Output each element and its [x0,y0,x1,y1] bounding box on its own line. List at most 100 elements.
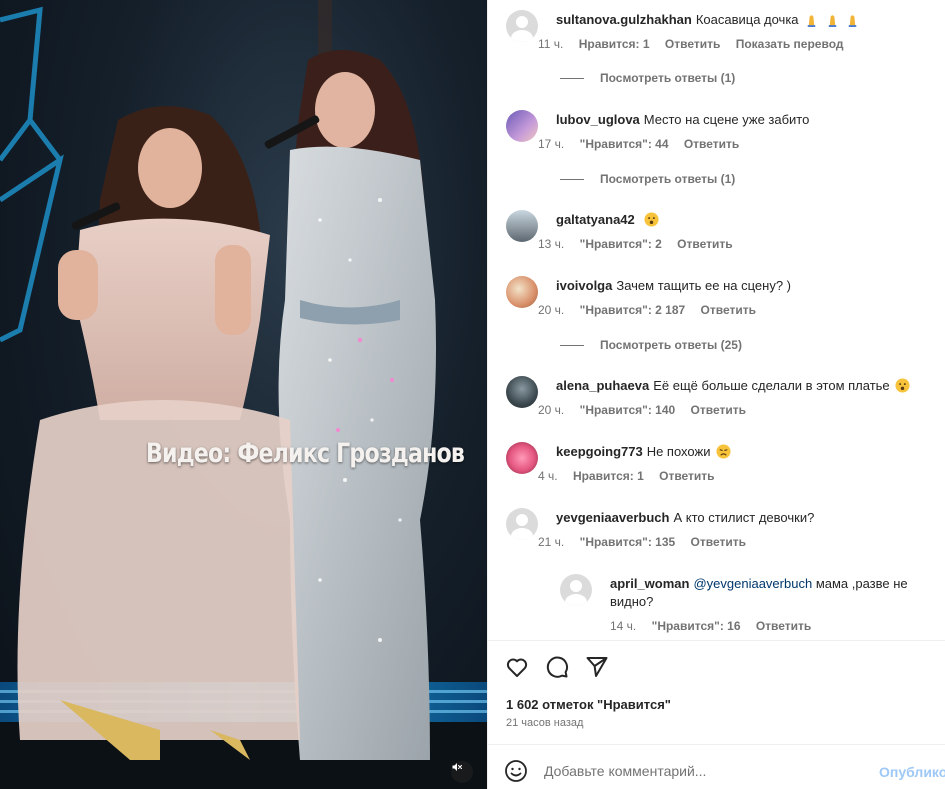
comment-text: Место на сцене уже забито [643,112,810,127]
comment-body: alena_puhaeva Её ещё больше сделали в это… [556,377,921,395]
comment-text: Коасавица дочка [695,12,799,27]
translate-button[interactable]: Показать перевод [736,37,844,51]
reply-button[interactable]: Ответить [665,37,720,51]
comment-body: keepgoing773 Не похожи [556,443,921,461]
comment-text: Зачем тащить ее на сцену? ) [616,278,792,293]
comment-body: galtatyana42 [556,211,921,229]
avatar[interactable] [506,276,538,308]
replies-divider [560,78,584,80]
comment-mention[interactable]: @yevgeniaaverbuch [693,576,812,591]
divider [488,640,945,641]
post-comment-button[interactable]: Опубликовать [879,764,945,780]
reply-button[interactable]: Ответить [659,469,714,483]
comment-time: 14 ч. [610,619,637,633]
view-replies-button[interactable]: Посмотреть ответы (1) [560,172,735,186]
like-button[interactable] [504,654,530,680]
comment-body: lubov_uglova Место на сцене уже забито [556,111,921,129]
avatar[interactable] [506,210,538,242]
comment-meta: 13 ч. "Нравится": 2 Ответить [538,237,745,251]
comment-likes[interactable]: "Нравится": 135 [580,535,676,549]
mute-button[interactable] [451,761,473,783]
reply-button[interactable]: Ответить [701,303,756,317]
comment-username[interactable]: ivoivolga [556,278,612,293]
comment-body: yevgeniaaverbuch А кто стилист девочки? [556,509,921,527]
comment-body: ivoivolga Зачем тащить ее на сцену? ) [556,277,921,295]
comment-time: 17 ч. [538,137,565,151]
likes-count[interactable]: 1 602 отметок "Нравится" [506,697,671,712]
comment-time: 20 ч. [538,403,565,417]
comment-meta: 20 ч. "Нравится": 2 187 Ответить [538,303,768,317]
comment-likes[interactable]: Нравится: 1 [579,37,650,51]
view-replies-button[interactable]: Посмотреть ответы (1) [560,71,735,85]
comments-list[interactable]: sultanova.gulzhakhan Коасавица дочка 11 ч… [488,0,945,640]
speaker-muted-icon [452,763,463,771]
post-timestamp: 21 часов назад [506,717,584,729]
view-replies-label: Посмотреть ответы (25) [600,338,742,352]
comment-input[interactable] [544,757,864,785]
comment-text: А кто стилист девочки? [673,510,815,525]
comment-likes[interactable]: "Нравится": 2 187 [580,303,686,317]
avatar[interactable] [506,442,538,474]
view-replies-label: Посмотреть ответы (1) [600,71,736,85]
comment-meta: 4 ч. Нравится: 1 Ответить [538,469,727,483]
post-actions [504,654,610,680]
reply-button[interactable]: Ответить [691,535,746,549]
comments-panel: sultanova.gulzhakhan Коасавица дочка 11 ч… [487,0,945,789]
surprised-face-icon [895,378,910,393]
video-caption: Видео: Феликс Грозданов [146,438,465,469]
comment-meta: 21 ч. "Нравится": 135 Ответить [538,535,758,549]
comment-meta: 14 ч. "Нравится": 16 Ответить [610,619,823,633]
comment-icon [546,656,569,678]
comment-meta: 17 ч. "Нравится": 44 Ответить [538,137,751,151]
replies-divider [560,345,584,347]
surprised-face-icon [644,212,659,227]
comment-username[interactable]: yevgeniaaverbuch [556,510,669,525]
comment-username[interactable]: sultanova.gulzhakhan [556,12,692,27]
comment-time: 4 ч. [538,469,558,483]
send-icon [586,657,608,677]
comment-username[interactable]: alena_puhaeva [556,378,649,393]
comment-likes[interactable]: "Нравится": 2 [580,237,662,251]
praying-hands-icon [849,15,857,27]
heart-icon [506,658,528,677]
comment-likes[interactable]: Нравится: 1 [573,469,644,483]
comment-text: Не похожи [646,444,711,459]
praying-hands-icon [807,15,816,27]
comment-text: Её ещё больше сделали в этом платье [653,378,890,393]
reply-button[interactable]: Ответить [756,619,811,633]
comment-username[interactable]: keepgoing773 [556,444,643,459]
avatar[interactable] [506,110,538,142]
view-replies-label: Посмотреть ответы (1) [600,172,736,186]
comment-meta: 11 ч. Нравится: 1 Ответить Показать пере… [538,37,856,51]
replies-divider [560,179,584,181]
reply-button[interactable]: Ответить [677,237,732,251]
comment-username[interactable]: lubov_uglova [556,112,640,127]
reply-button[interactable]: Ответить [691,403,746,417]
comment-body: april_woman @yevgeniaaverbuch мама ,разве… [610,575,928,611]
praying-hands-icon [828,15,837,27]
comment-likes[interactable]: "Нравится": 44 [580,137,669,151]
share-button[interactable] [584,654,610,680]
comment-time: 13 ч. [538,237,565,251]
video-frame [0,0,487,789]
reply-button[interactable]: Ответить [684,137,739,151]
comment-likes[interactable]: "Нравится": 140 [580,403,676,417]
avatar[interactable] [506,10,538,42]
comment-likes[interactable]: "Нравится": 16 [652,619,741,633]
comment-time: 21 ч. [538,535,565,549]
comment-body: sultanova.gulzhakhan Коасавица дочка [556,11,921,29]
comment-time: 20 ч. [538,303,565,317]
comment-username[interactable]: april_woman [610,576,689,591]
add-comment-bar: Опубликовать [488,745,945,789]
emoji-picker-icon[interactable] [504,759,528,783]
comment-button[interactable] [544,654,570,680]
comment-time: 11 ч. [538,37,564,51]
avatar[interactable] [506,508,538,540]
comment-username[interactable]: galtatyana42 [556,212,635,227]
view-replies-button[interactable]: Посмотреть ответы (25) [560,338,742,352]
avatar[interactable] [560,574,592,606]
avatar[interactable] [506,376,538,408]
post-media[interactable]: Видео: Феликс Грозданов [0,0,487,789]
comment-meta: 20 ч. "Нравится": 140 Ответить [538,403,758,417]
sad-face-icon [716,444,731,459]
